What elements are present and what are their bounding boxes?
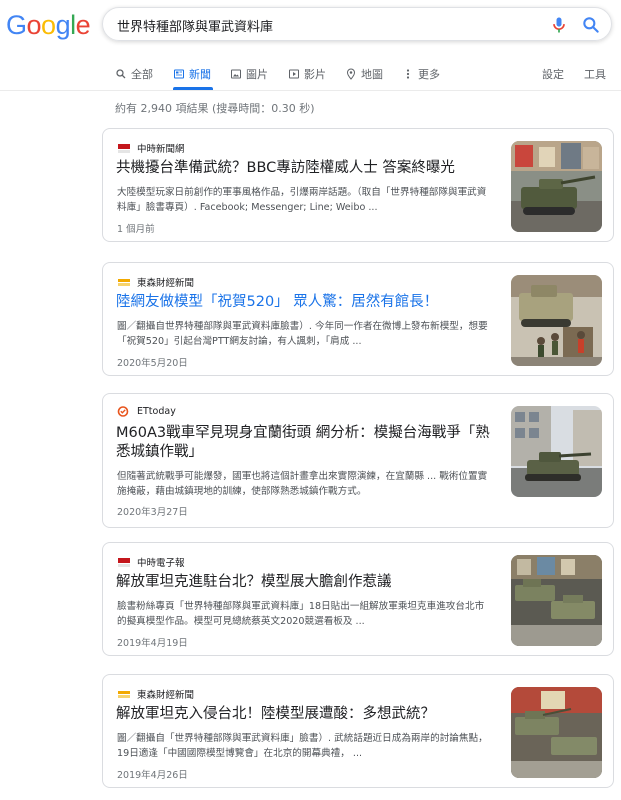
news-date: 2019年4月19日: [117, 638, 188, 649]
tab-label: 工具: [584, 68, 606, 81]
news-title[interactable]: 共機擾台準備武統？BBC專訪陸權威人士 答案終曝光: [116, 159, 491, 178]
tab-more[interactable]: 更多: [402, 60, 440, 88]
settings-link[interactable]: 設定: [542, 60, 564, 88]
tab-label: 全部: [131, 68, 153, 81]
image-icon: [231, 69, 241, 79]
news-source[interactable]: 中時電子報: [117, 555, 185, 569]
news-card[interactable]: 中時電子報 解放軍坦克進駐台北？模型展大膽創作惹議 臉書粉絲專頁「世界特種部隊與…: [102, 542, 614, 656]
news-source[interactable]: ETtoday: [117, 406, 176, 417]
news-card[interactable]: 中時新聞網 共機擾台準備武統？BBC專訪陸權威人士 答案終曝光 大陸模型玩家日前…: [102, 128, 614, 242]
mic-icon[interactable]: [549, 15, 569, 35]
news-title[interactable]: 解放軍坦克入侵台北！陸模型展遭酸：多想武統？: [116, 705, 491, 724]
tab-maps[interactable]: 地圖: [345, 60, 383, 88]
news-snippet: 圖／翻攝自「世界特種部隊與軍武資料庫」臉書）. 武統話題近日成為兩岸的討論焦點，…: [117, 733, 488, 759]
news-snippet: 但隨著武統戰爭可能爆發，國軍也將這個計畫拿出來實際演練，在宜蘭縣 ... 戰術位…: [117, 471, 488, 497]
news-source[interactable]: 中時新聞網: [117, 141, 185, 155]
tab-label: 設定: [542, 68, 564, 81]
news-title[interactable]: 解放軍坦克進駐台北？模型展大膽創作惹議: [116, 573, 491, 592]
search-input[interactable]: 世界特種部隊與軍武資料庫: [117, 16, 273, 35]
news-card[interactable]: 東森財經新聞 解放軍坦克入侵台北！陸模型展遭酸：多想武統？ 圖／翻攝自「世界特種…: [102, 674, 614, 788]
result-stats: 約有 2,940 項結果 (搜尋時間：0.30 秒): [115, 102, 315, 115]
news-date: 2020年5月20日: [117, 358, 188, 369]
search-box[interactable]: 世界特種部隊與軍武資料庫: [102, 7, 612, 41]
tab-label: 影片: [304, 68, 326, 81]
news-thumbnail[interactable]: [511, 275, 602, 366]
newspaper-icon: [174, 69, 184, 79]
tab-label: 地圖: [361, 68, 383, 81]
source-name: 東森財經新聞: [137, 278, 195, 289]
news-snippet: 圖／翻攝自世界特種部隊與軍武資料庫臉書）. 今年同一作者在微博上發布新模型，想要…: [117, 321, 488, 347]
logo-letter: o: [26, 10, 42, 40]
news-title[interactable]: M60A3戰車罕見現身宜蘭街頭 網分析：模擬台海戰爭「熟悉城鎮作戰」: [116, 424, 491, 462]
source-logo-icon: [118, 690, 130, 698]
tab-news[interactable]: 新聞: [173, 60, 213, 90]
news-date: 1 個月前: [117, 224, 155, 235]
source-name: 東森財經新聞: [137, 690, 195, 701]
news-thumbnail[interactable]: [511, 687, 602, 778]
video-icon: [289, 69, 299, 79]
source-logo-icon: [118, 557, 130, 567]
news-card[interactable]: 東森財經新聞 陸網友做模型「祝賀520」 眾人驚：居然有館長！ 圖／翻攝自世界特…: [102, 262, 614, 376]
source-name: 中時電子報: [137, 558, 185, 569]
tab-all[interactable]: 全部: [115, 60, 153, 88]
ettoday-logo-icon: [117, 406, 129, 417]
news-snippet: 臉書粉絲專頁「世界特種部隊與軍武資料庫」18日貼出一組解放軍乘坦克車進攻台北市的…: [117, 601, 485, 627]
tab-label: 新聞: [189, 68, 211, 81]
source-name: ETtoday: [137, 406, 176, 417]
source-logo-icon: [118, 278, 130, 286]
news-thumbnail[interactable]: [511, 555, 602, 646]
logo-letter: G: [6, 10, 27, 40]
news-source[interactable]: 東森財經新聞: [117, 275, 194, 289]
search-tabs: 全部 新聞 圖片 影片 地圖 更多 設定 工具: [0, 54, 621, 91]
source-logo-icon: [118, 143, 130, 153]
tools-link[interactable]: 工具: [584, 60, 606, 88]
tab-label: 圖片: [246, 68, 268, 81]
news-title[interactable]: 陸網友做模型「祝賀520」 眾人驚：居然有館長！: [116, 293, 491, 312]
news-card[interactable]: ETtoday M60A3戰車罕見現身宜蘭街頭 網分析：模擬台海戰爭「熟悉城鎮作…: [102, 393, 614, 528]
map-pin-icon: [346, 68, 356, 80]
tab-videos[interactable]: 影片: [288, 60, 326, 88]
tab-images[interactable]: 圖片: [230, 60, 268, 88]
logo-letter: o: [41, 10, 56, 40]
news-thumbnail[interactable]: [511, 141, 602, 232]
logo-letter: e: [75, 10, 91, 40]
logo-letter: g: [55, 10, 71, 40]
news-snippet: 大陸模型玩家日前創作的軍事風格作品，引爆兩岸話題。（取自「世界特種部隊與軍武資料…: [117, 187, 487, 213]
google-logo[interactable]: Google: [6, 10, 91, 41]
search-icon: [116, 69, 126, 79]
news-thumbnail[interactable]: [511, 406, 602, 497]
tab-label: 更多: [418, 68, 440, 81]
news-date: 2019年4月26日: [117, 770, 188, 781]
search-icon[interactable]: [581, 15, 601, 35]
source-name: 中時新聞網: [137, 144, 185, 155]
news-date: 2020年3月27日: [117, 507, 188, 518]
more-vert-icon: [406, 69, 410, 79]
news-source[interactable]: 東森財經新聞: [117, 687, 194, 701]
